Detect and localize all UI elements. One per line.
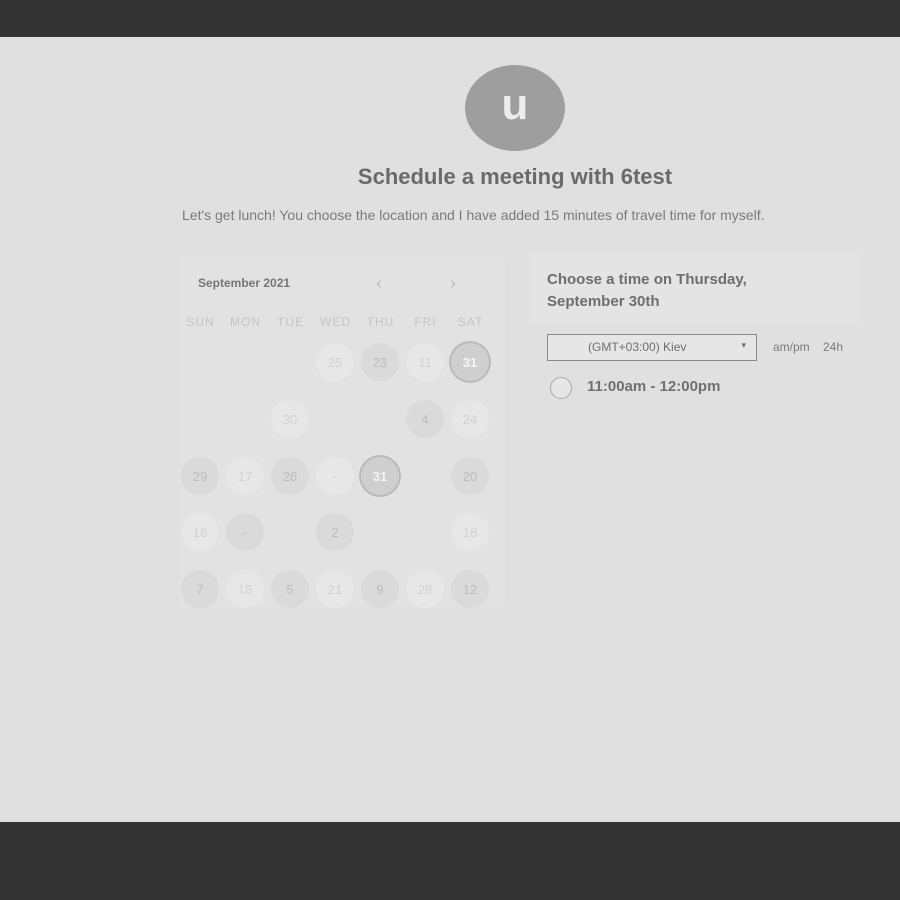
- calendar-day[interactable]: 4: [406, 400, 444, 438]
- calendar-day[interactable]: 5: [271, 570, 309, 608]
- bottom-bar: [0, 822, 900, 900]
- time-slot-label: 11:00am - 12:00pm: [587, 378, 721, 395]
- calendar-day[interactable]: 2: [316, 513, 354, 551]
- calendar-day[interactable]: 9: [361, 570, 399, 608]
- calendar-day[interactable]: 24: [451, 400, 489, 438]
- calendar-day[interactable]: 30: [271, 400, 309, 438]
- calendar-day[interactable]: 20: [451, 457, 489, 495]
- weekday-sat: SAT: [457, 315, 484, 329]
- month-label: September 2021: [198, 276, 291, 290]
- time-heading: Choose a time on Thursday, September 30t…: [547, 271, 747, 310]
- weekday-tue: TUE: [277, 315, 304, 329]
- calendar-day[interactable]: 25: [316, 343, 354, 381]
- prev-month-button[interactable]: ‹: [376, 274, 382, 292]
- calendar-day[interactable]: 7: [181, 570, 219, 608]
- format-ampm-toggle[interactable]: am/pm: [773, 340, 810, 354]
- meeting-description: Let's get lunch! You choose the location…: [182, 207, 765, 223]
- calendar-day[interactable]: 29: [181, 457, 219, 495]
- weekday-header: SUN MON TUE WED THU FRI SAT: [180, 315, 505, 331]
- calendar-day[interactable]: 23: [361, 343, 399, 381]
- next-month-button[interactable]: ›: [450, 274, 456, 292]
- weekday-thu: THU: [366, 315, 395, 329]
- calendar-day[interactable]: 28: [406, 570, 444, 608]
- weekday-mon: MON: [230, 315, 261, 329]
- radio-icon[interactable]: [550, 377, 572, 399]
- calendar-day[interactable]: 26: [271, 457, 309, 495]
- host-avatar: u: [465, 65, 565, 151]
- weekday-sun: SUN: [186, 315, 215, 329]
- avatar-initial: u: [501, 80, 529, 129]
- time-slot[interactable]: 11:00am - 12:00pm: [550, 376, 810, 400]
- page-title: Schedule a meeting with 6test: [357, 164, 673, 189]
- timezone-value: (GMT+03:00) Kiev: [588, 340, 687, 354]
- calendar-day[interactable]: 18: [226, 570, 264, 608]
- calendar-day[interactable]: 21: [316, 570, 354, 608]
- top-bar: [0, 0, 900, 37]
- format-24h-toggle[interactable]: 24h: [823, 340, 843, 354]
- weekday-fri: FRI: [414, 315, 437, 329]
- calendar: September 2021 ‹ › SUN MON TUE WED THU FRI SAT…: [180, 257, 505, 608]
- calendar-day[interactable]: -: [316, 457, 354, 495]
- calendar-day-selected[interactable]: 31: [451, 343, 489, 381]
- calendar-day[interactable]: 16: [181, 513, 219, 551]
- calendar-day[interactable]: -: [226, 513, 264, 551]
- calendar-day[interactable]: 12: [451, 570, 489, 608]
- caret-down-icon: ▾: [741, 340, 746, 350]
- timezone-select[interactable]: (GMT+03:00) Kiev ▾: [547, 334, 757, 361]
- calendar-day[interactable]: 11: [406, 343, 444, 381]
- weekday-wed: WED: [320, 315, 351, 329]
- calendar-day[interactable]: 17: [226, 457, 264, 495]
- calendar-day-selected[interactable]: 31: [361, 457, 399, 495]
- scheduling-page: u Schedule a meeting with 6test Let's ge…: [0, 37, 900, 822]
- calendar-day[interactable]: 18: [451, 513, 489, 551]
